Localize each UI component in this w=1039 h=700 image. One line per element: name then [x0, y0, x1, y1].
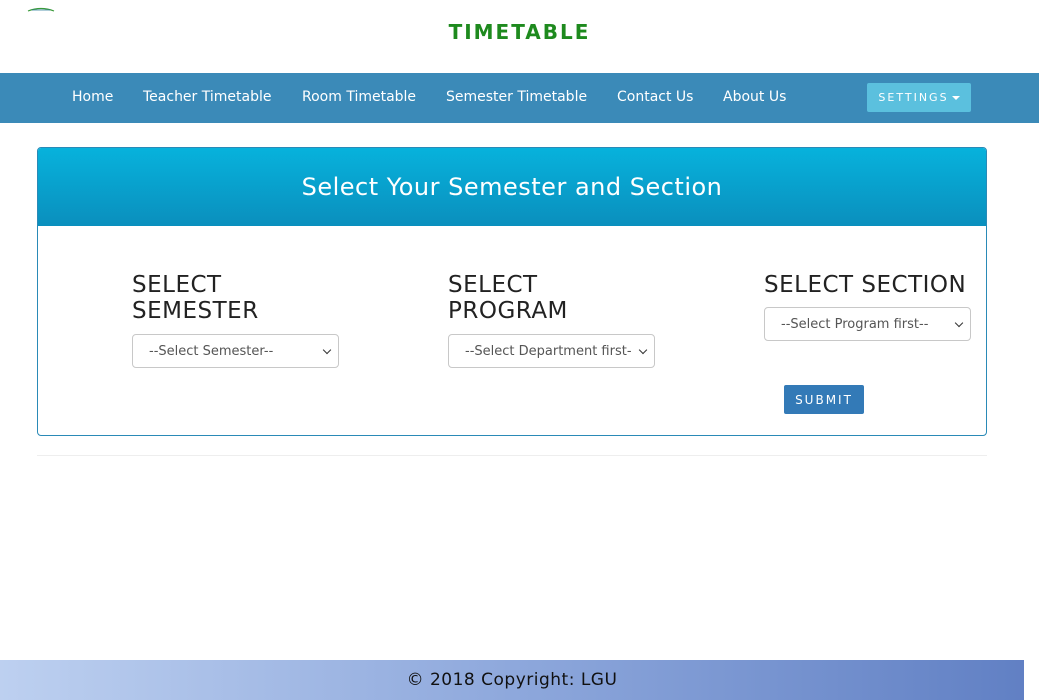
settings-dropdown-button[interactable]: SETTINGS — [867, 83, 971, 112]
footer-copyright: © 2018 Copyright: LGU — [406, 670, 618, 690]
panel-heading: Select Your Semester and Section — [38, 148, 986, 226]
program-label-line1: SELECT — [448, 272, 538, 298]
site-title: TIMETABLE — [448, 20, 591, 44]
panel-divider — [37, 455, 987, 456]
semester-label-line1: SELECT — [132, 272, 222, 298]
program-label: SELECT PROGRAM — [448, 272, 568, 324]
nav-semester-timetable-link[interactable]: Semester Timetable — [446, 89, 587, 105]
caret-down-icon — [951, 95, 960, 100]
section-select[interactable]: --Select Program first-- — [764, 307, 971, 341]
chevron-down-icon — [638, 345, 648, 355]
panel-title: Select Your Semester and Section — [301, 173, 723, 201]
lgu-logo[interactable] — [27, 6, 55, 12]
chevron-down-icon — [954, 318, 964, 328]
chevron-down-icon — [322, 345, 332, 355]
section-select-value: --Select Program first-- — [781, 316, 929, 332]
program-select-value: --Select Department first-- — [465, 343, 632, 359]
semester-label-line2: SEMESTER — [132, 298, 259, 324]
submit-button[interactable]: SUBMIT — [784, 385, 864, 414]
semester-select[interactable]: --Select Semester-- — [132, 334, 339, 368]
footer: © 2018 Copyright: LGU — [0, 660, 1024, 700]
semester-label: SELECT SEMESTER — [132, 272, 259, 324]
nav-teacher-timetable-link[interactable]: Teacher Timetable — [143, 89, 271, 105]
selection-panel: Select Your Semester and Section SELECT … — [37, 147, 987, 436]
semester-select-value: --Select Semester-- — [149, 343, 274, 359]
nav-room-timetable-link[interactable]: Room Timetable — [302, 89, 416, 105]
nav-contact-us-link[interactable]: Contact Us — [617, 89, 693, 105]
program-select[interactable]: --Select Department first-- — [448, 334, 655, 368]
nav-about-us-link[interactable]: About Us — [723, 89, 786, 105]
section-label: SELECT SECTION — [764, 272, 967, 298]
top-header: TIMETABLE — [0, 0, 1039, 73]
main-navbar: Home Teacher Timetable Room Timetable Se… — [0, 73, 1039, 123]
nav-home-link[interactable]: Home — [72, 89, 113, 105]
settings-label: SETTINGS — [878, 91, 949, 104]
program-label-line2: PROGRAM — [448, 298, 568, 324]
